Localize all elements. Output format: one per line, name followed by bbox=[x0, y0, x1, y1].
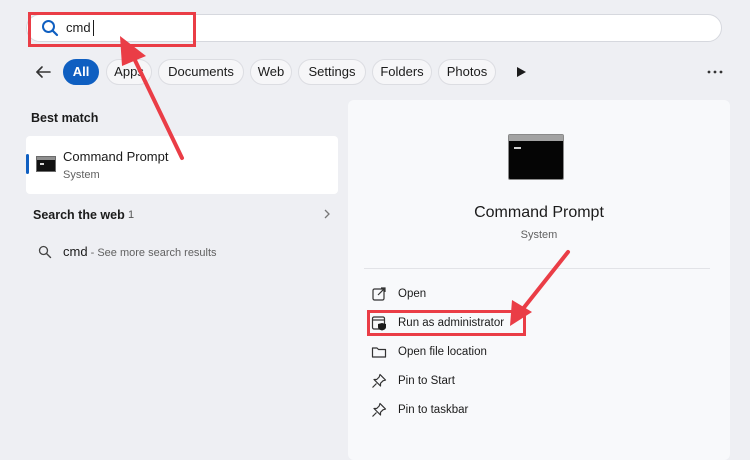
play-icon[interactable] bbox=[515, 66, 527, 78]
action-open[interactable]: Open bbox=[364, 284, 710, 306]
run-as-admin-highlight-box bbox=[367, 310, 526, 336]
web-result-suffix: - See more search results bbox=[87, 247, 217, 259]
filter-web[interactable]: Web bbox=[250, 59, 292, 85]
chevron-right-icon[interactable] bbox=[322, 208, 332, 220]
action-pin-to-taskbar[interactable]: Pin to taskbar bbox=[364, 400, 710, 422]
details-app-type: System bbox=[520, 229, 558, 241]
best-match-type: System bbox=[63, 169, 100, 181]
command-prompt-large-icon bbox=[508, 134, 564, 180]
action-pin-to-start-label: Pin to Start bbox=[398, 375, 455, 387]
best-match-heading: Best match bbox=[31, 111, 99, 125]
details-app-name: Command Prompt bbox=[474, 204, 604, 221]
search-web-heading: Search the web bbox=[33, 208, 125, 222]
best-match-card[interactable] bbox=[26, 136, 338, 194]
open-external-icon bbox=[372, 287, 386, 301]
action-open-file-location[interactable]: Open file location bbox=[364, 342, 710, 364]
filter-apps[interactable]: Apps bbox=[106, 59, 152, 85]
filter-settings[interactable]: Settings bbox=[298, 59, 366, 85]
action-open-file-location-label: Open file location bbox=[398, 346, 487, 358]
filter-documents[interactable]: Documents bbox=[158, 59, 244, 85]
filter-folders[interactable]: Folders bbox=[372, 59, 432, 85]
pin-icon bbox=[372, 402, 387, 417]
search-highlight-box bbox=[28, 12, 196, 47]
action-open-label: Open bbox=[398, 288, 427, 300]
command-prompt-icon bbox=[36, 156, 56, 172]
selection-indicator bbox=[26, 154, 29, 174]
pin-icon bbox=[372, 373, 387, 388]
web-result-query: cmd bbox=[63, 244, 88, 259]
filter-all[interactable]: All bbox=[63, 59, 99, 85]
best-match-name: Command Prompt bbox=[63, 149, 169, 164]
more-options-icon[interactable] bbox=[706, 66, 724, 78]
web-result-row[interactable]: cmd - See more search results bbox=[63, 244, 217, 259]
search-web-count: 1 bbox=[128, 209, 135, 221]
filter-photos[interactable]: Photos bbox=[438, 59, 496, 85]
folder-icon bbox=[371, 347, 387, 358]
action-pin-to-start[interactable]: Pin to Start bbox=[364, 371, 710, 393]
details-divider bbox=[364, 268, 710, 269]
back-arrow-icon[interactable] bbox=[34, 63, 52, 81]
action-pin-to-taskbar-label: Pin to taskbar bbox=[398, 404, 469, 416]
web-search-icon bbox=[38, 245, 52, 259]
